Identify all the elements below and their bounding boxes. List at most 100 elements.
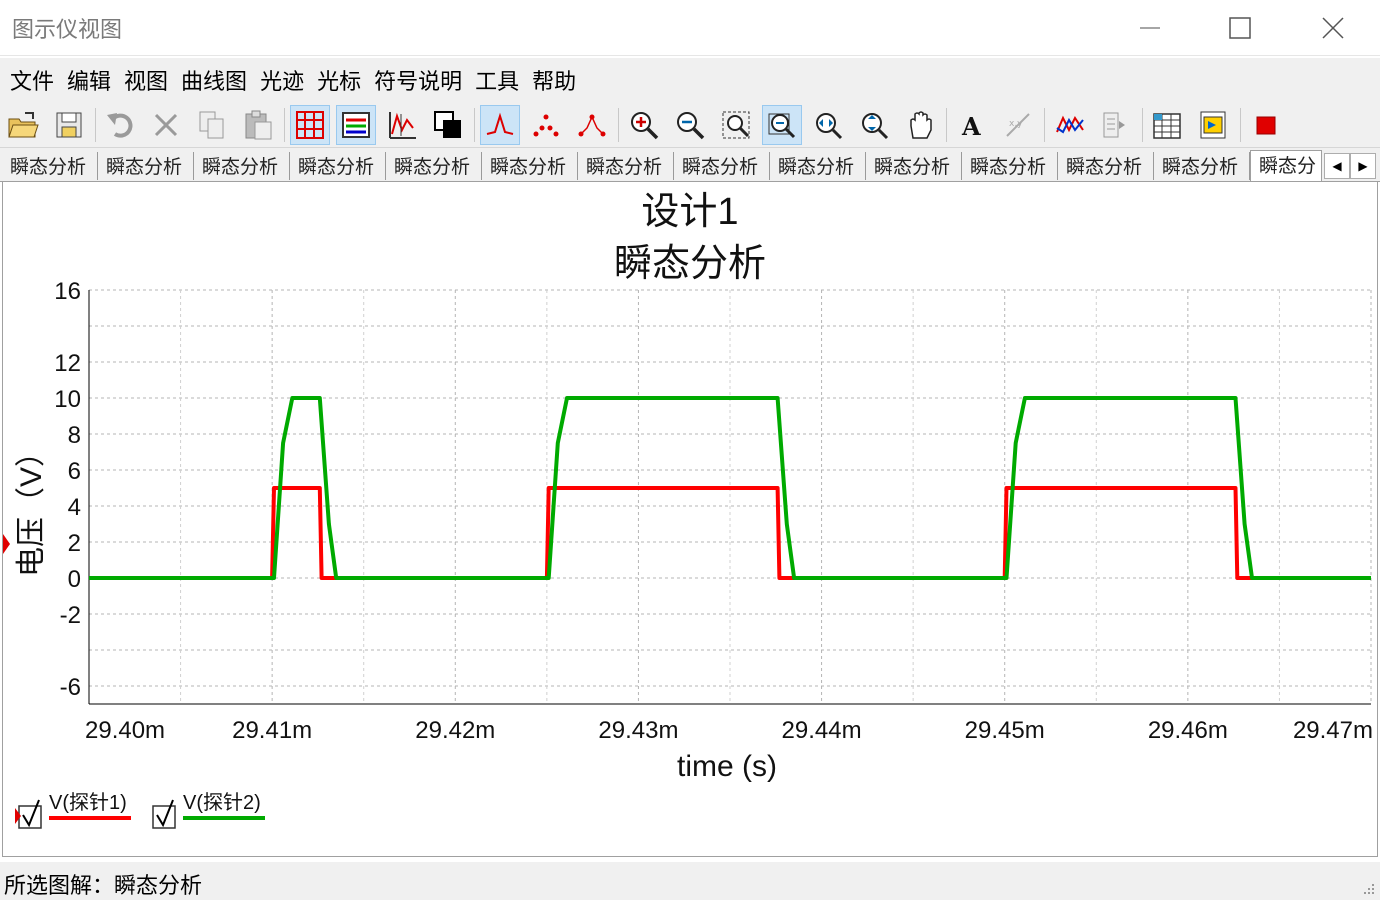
- legend-button[interactable]: [336, 105, 376, 145]
- text-icon: A: [961, 112, 981, 140]
- legend-icon: [342, 112, 370, 138]
- tab-transient-analysis[interactable]: 瞬态分析: [482, 152, 578, 180]
- stop-button[interactable]: [1246, 105, 1286, 145]
- menu-legend[interactable]: 符号说明: [368, 64, 468, 96]
- y-tick-label: 16: [54, 278, 81, 305]
- undo-button[interactable]: [101, 105, 141, 145]
- y-tick-label: 0: [68, 566, 81, 593]
- y-tick-label: 12: [54, 350, 81, 377]
- overlay-traces-button[interactable]: [1050, 105, 1090, 145]
- x-tick-label: 29.43m: [598, 717, 678, 744]
- zoom-area-icon: [722, 111, 750, 139]
- show-lines-points-button[interactable]: [572, 105, 612, 145]
- menu-help[interactable]: 帮助: [526, 64, 582, 96]
- minimize-icon: [1140, 27, 1160, 29]
- minimize-button[interactable]: [1105, 0, 1195, 56]
- open-icon: [8, 112, 39, 138]
- selected-graph-marker-icon: [3, 534, 10, 554]
- undo-icon: [107, 113, 133, 138]
- delete-button[interactable]: [146, 105, 186, 145]
- paste-icon: [245, 110, 272, 140]
- reverse-colors-button[interactable]: [428, 105, 468, 145]
- resize-grip-icon[interactable]: [1360, 880, 1376, 896]
- export-button[interactable]: [1096, 105, 1136, 145]
- zoom-area-button[interactable]: [716, 105, 756, 145]
- text-button[interactable]: A: [952, 105, 992, 145]
- svg-text:x,y: x,y: [1009, 119, 1023, 129]
- zoom-fit-button[interactable]: [854, 105, 894, 145]
- menu-edit[interactable]: 编辑: [61, 64, 117, 96]
- paste-button[interactable]: [238, 105, 278, 145]
- transient-chart[interactable]: 设计1 瞬态分析 16 12 10 8 6 4 2 0 -2 -629.40m 29.41m 29.42m…: [3, 182, 1377, 856]
- grapher-chart-area[interactable]: 设计1 瞬态分析 16 12 10 8 6 4 2 0 -2 -6 29.40m 29.41m 29.42m…: [2, 182, 1378, 857]
- show-points-button[interactable]: [526, 105, 566, 145]
- tab-transient-analysis[interactable]: 瞬态分析: [866, 152, 962, 180]
- menu-tools[interactable]: 工具: [469, 64, 525, 96]
- x-tick-label: 29.45m: [965, 717, 1045, 744]
- select-trace-icon: [389, 112, 416, 139]
- export-spreadsheet-button[interactable]: [1148, 105, 1188, 145]
- menu-graph[interactable]: 曲线图: [175, 64, 253, 96]
- y-tick-label: -6: [60, 674, 81, 701]
- tab-transient-analysis[interactable]: 瞬态分析: [194, 152, 290, 180]
- chart-subtitle: 瞬态分析: [614, 243, 766, 285]
- tab-transient-analysis-active[interactable]: 瞬态分: [1250, 150, 1322, 181]
- save-button[interactable]: [49, 105, 89, 145]
- zoom-fit-icon: [862, 113, 889, 140]
- tab-scroll-right-button[interactable]: ▶: [1350, 153, 1376, 179]
- zoom-in-icon: [631, 112, 659, 140]
- show-points-icon: [533, 114, 559, 137]
- y-tick-label: 8: [68, 422, 81, 449]
- pan-button[interactable]: [900, 105, 940, 145]
- legend-label: V(探针2): [183, 791, 261, 814]
- show-lines-button[interactable]: [480, 105, 520, 145]
- export-spreadsheet-icon: [1153, 113, 1181, 139]
- zoom-x-button[interactable]: [762, 105, 802, 145]
- tab-transient-analysis[interactable]: 瞬态分析: [1058, 152, 1154, 180]
- tab-transient-analysis[interactable]: 瞬态分析: [290, 152, 386, 180]
- menu-trace[interactable]: 光迹: [254, 64, 310, 96]
- menu-view[interactable]: 视图: [118, 64, 174, 96]
- copy-button[interactable]: [192, 105, 232, 145]
- tab-transient-analysis[interactable]: 瞬态分析: [962, 152, 1058, 180]
- tab-transient-analysis[interactable]: 瞬态分析: [674, 152, 770, 180]
- zoom-in-button[interactable]: [624, 105, 664, 145]
- zoom-out-button[interactable]: [670, 105, 710, 145]
- select-trace-button[interactable]: [382, 105, 422, 145]
- x-tick-label: 29.44m: [782, 717, 862, 744]
- export-labview-icon: [1200, 111, 1226, 139]
- copy-icon: [199, 111, 224, 139]
- tab-transient-analysis[interactable]: 瞬态分析: [1154, 152, 1250, 180]
- reverse-colors-icon: [434, 111, 461, 138]
- close-icon: [1322, 17, 1344, 39]
- export-labview-button[interactable]: [1194, 105, 1234, 145]
- open-button[interactable]: [3, 105, 43, 145]
- menu-file[interactable]: 文件: [4, 64, 60, 96]
- x-tick-label: 29.42m: [415, 717, 495, 744]
- export-icon: [1103, 112, 1125, 138]
- analysis-tab-strip: 瞬态分析 瞬态分析 瞬态分析 瞬态分析 瞬态分析 瞬态分析 瞬态分析 瞬态分析 …: [0, 148, 1380, 182]
- tab-transient-analysis[interactable]: 瞬态分析: [98, 152, 194, 180]
- tab-transient-analysis[interactable]: 瞬态分析: [770, 152, 866, 180]
- zoom-out-icon: [677, 112, 705, 140]
- tab-scroll-left-button[interactable]: ◀: [1324, 153, 1350, 179]
- tab-transient-analysis[interactable]: 瞬态分析: [578, 152, 674, 180]
- zoom-y-button[interactable]: [808, 105, 848, 145]
- tab-transient-analysis[interactable]: 瞬态分析: [2, 152, 98, 180]
- pan-icon: [910, 111, 932, 139]
- window-title: 图示仪视图: [12, 18, 123, 43]
- save-icon: [56, 112, 82, 138]
- grid-button[interactable]: [290, 105, 330, 145]
- tab-transient-analysis[interactable]: 瞬态分析: [386, 152, 482, 180]
- x-axis-label: time (s): [677, 750, 777, 783]
- x-tick-label: 29.47m: [1293, 717, 1373, 744]
- close-button[interactable]: [1288, 0, 1378, 56]
- status-bar: 所选图解：瞬态分析: [0, 862, 1380, 900]
- label-button[interactable]: x,y: [998, 105, 1038, 145]
- toolbar: A x,y: [0, 102, 1380, 148]
- maximize-button[interactable]: [1195, 0, 1285, 56]
- menu-cursor[interactable]: 光标: [311, 64, 367, 96]
- x-tick-label: 29.41m: [232, 717, 312, 744]
- y-tick-label: -2: [60, 602, 81, 629]
- delete-icon: [154, 113, 178, 137]
